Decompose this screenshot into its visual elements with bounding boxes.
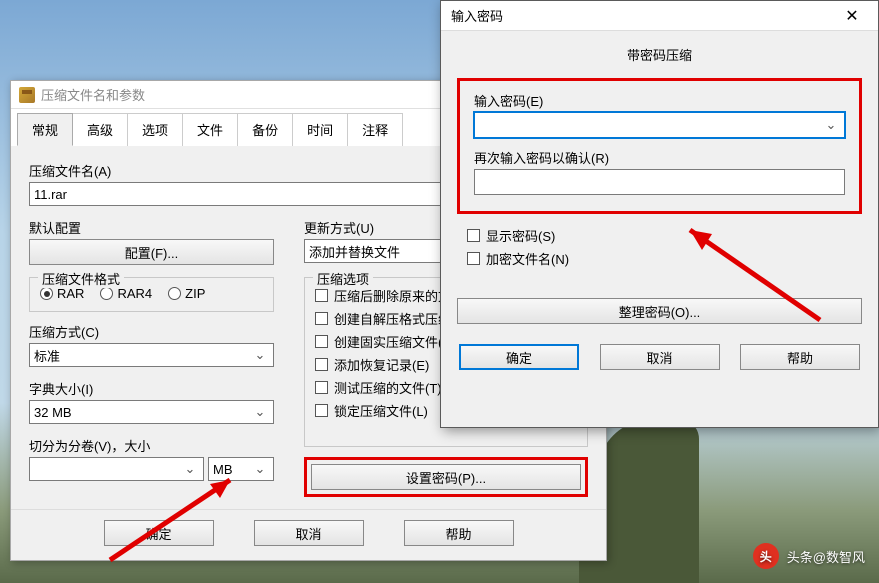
tab-options[interactable]: 选项	[127, 113, 183, 146]
radio-zip[interactable]: ZIP	[168, 286, 205, 301]
confirm-password-label: 再次输入密码以确认(R)	[474, 148, 845, 167]
split-size-combo[interactable]: ⌄	[29, 457, 204, 481]
archive-title: 压缩文件名和参数	[41, 85, 145, 104]
split-unit-value: MB	[213, 462, 233, 477]
tab-advanced[interactable]: 高级	[72, 113, 128, 146]
show-password-checkbox[interactable]: 显示密码(S)	[467, 226, 862, 245]
password-titlebar[interactable]: 输入密码 ✕	[441, 1, 878, 31]
format-legend: 压缩文件格式	[38, 269, 124, 288]
watermark-text: 头条@数智风	[787, 547, 865, 566]
dict-combo[interactable]: 32 MB ⌄	[29, 400, 274, 424]
chevron-down-icon[interactable]: ⌄	[822, 117, 840, 133]
method-label: 压缩方式(C)	[29, 322, 274, 341]
ok-button[interactable]: 确定	[104, 520, 214, 546]
method-combo[interactable]: 标准 ⌄	[29, 343, 274, 367]
tab-general[interactable]: 常规	[17, 113, 73, 146]
radio-rar[interactable]: RAR	[40, 286, 84, 301]
winrar-icon	[19, 87, 35, 103]
radio-dot	[100, 287, 113, 300]
pw-cancel-button[interactable]: 取消	[600, 344, 720, 370]
set-password-button[interactable]: 设置密码(P)...	[311, 464, 581, 490]
radio-dot-checked	[40, 287, 53, 300]
default-profile-label: 默认配置	[29, 218, 274, 237]
radio-dot	[168, 287, 181, 300]
help-button[interactable]: 帮助	[404, 520, 514, 546]
update-mode-value: 添加并替换文件	[309, 242, 400, 261]
tab-time[interactable]: 时间	[292, 113, 348, 146]
pw-ok-button[interactable]: 确定	[459, 344, 579, 370]
enter-password-label: 输入密码(E)	[474, 91, 845, 110]
dict-label: 字典大小(I)	[29, 379, 274, 398]
split-unit-combo[interactable]: MB ⌄	[208, 457, 274, 481]
checkbox-icon	[315, 335, 328, 348]
toutiao-icon: 头	[753, 543, 779, 569]
password-dialog: 输入密码 ✕ 带密码压缩 输入密码(E) ⌄ 再次输入密码以确认(R) 显示密码…	[440, 0, 879, 428]
radio-rar4[interactable]: RAR4	[100, 286, 152, 301]
pw-help-button[interactable]: 帮助	[740, 344, 860, 370]
dict-value: 32 MB	[34, 405, 72, 420]
options-legend: 压缩选项	[313, 269, 373, 288]
enter-password-input[interactable]: ⌄	[474, 112, 845, 138]
password-dialog-buttons: 确定 取消 帮助	[457, 344, 862, 386]
chevron-down-icon[interactable]: ⌄	[251, 404, 269, 420]
confirm-password-input[interactable]	[474, 169, 845, 195]
chevron-down-icon[interactable]: ⌄	[181, 461, 199, 477]
cancel-button[interactable]: 取消	[254, 520, 364, 546]
chevron-down-icon[interactable]: ⌄	[251, 347, 269, 363]
encrypt-names-checkbox[interactable]: 加密文件名(N)	[467, 249, 862, 268]
password-inputs-highlight: 输入密码(E) ⌄ 再次输入密码以确认(R)	[457, 78, 862, 214]
checkbox-icon	[467, 229, 480, 242]
archive-dialog-buttons: 确定 取消 帮助	[11, 509, 606, 560]
method-value: 标准	[34, 346, 60, 365]
watermark: 头 头条@数智风	[753, 543, 865, 569]
checkbox-icon	[315, 404, 328, 417]
format-fieldset: 压缩文件格式 RAR RAR4 ZIP	[29, 277, 274, 312]
checkbox-icon	[315, 381, 328, 394]
set-password-highlight: 设置密码(P)...	[304, 457, 588, 497]
checkbox-icon	[315, 312, 328, 325]
password-title: 输入密码	[451, 6, 503, 25]
chevron-down-icon[interactable]: ⌄	[251, 461, 269, 477]
tab-comment[interactable]: 注释	[347, 113, 403, 146]
tab-backup[interactable]: 备份	[237, 113, 293, 146]
checkbox-icon	[315, 358, 328, 371]
password-subtitle: 带密码压缩	[441, 31, 878, 78]
archive-name-value: 11.rar	[34, 187, 67, 202]
checkbox-icon	[315, 289, 328, 302]
split-label: 切分为分卷(V)，大小	[29, 436, 274, 455]
manage-passwords-button[interactable]: 整理密码(O)...	[457, 298, 862, 324]
profile-button[interactable]: 配置(F)...	[29, 239, 274, 265]
tab-files[interactable]: 文件	[182, 113, 238, 146]
checkbox-icon	[467, 252, 480, 265]
close-icon[interactable]: ✕	[832, 4, 872, 28]
